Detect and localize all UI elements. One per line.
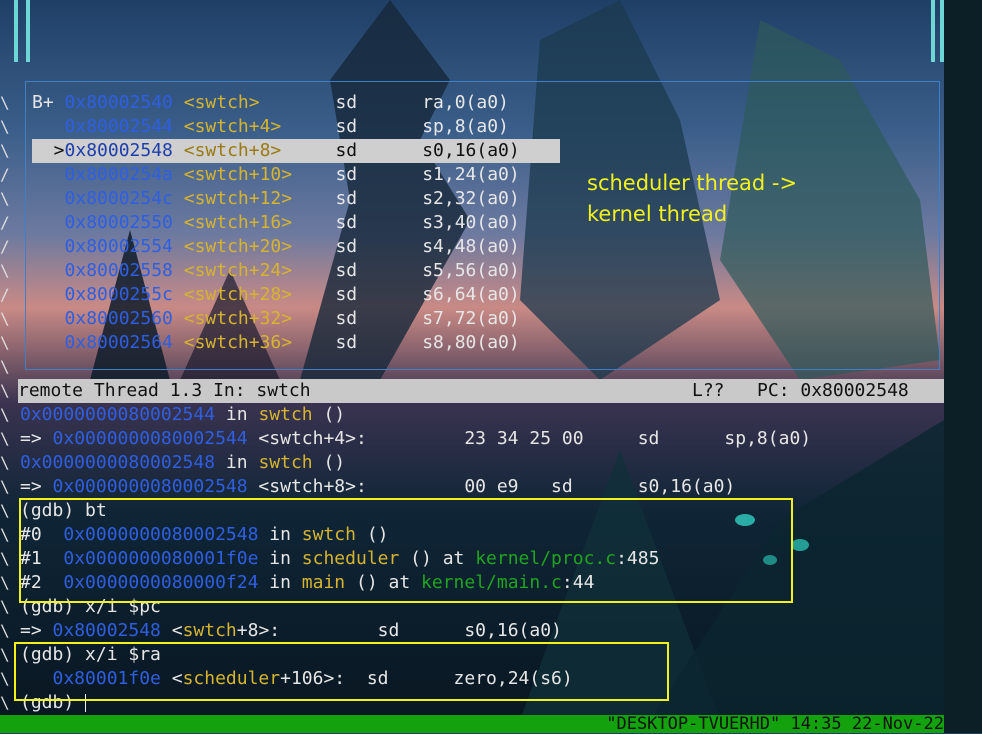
tui-status-line: remote Thread 1.3 In: swtch L?? PC: 0x800… [18,379,944,403]
disasm-line: 0x80002550 <swtch+16> sd s3,40(a0) [64,212,520,233]
disasm-line: 0x8000254c <swtch+12> sd s2,32(a0) [64,188,520,209]
disasm-line-current: >0x80002548 <swtch+8> sd s0,16(a0) [32,139,560,163]
backtrace-highlight-box [19,498,793,603]
gutter-glyph: \ [0,549,10,568]
gutter-glyph: \ [0,573,10,592]
gutter-glyph: \ [0,477,10,496]
gutter-glyph: \ [0,621,10,640]
disasm-line: 0x80002564 <swtch+36> sd s8,80(a0) [64,332,520,353]
xi-pc-output: => 0x80002548 <swtch+8>: sd s0,16(a0) [20,620,562,641]
gutter-glyph: \ [0,141,10,160]
annotation-line-2: kernel thread [587,202,728,226]
gutter-glyph: \ [0,501,10,520]
gutter-glyph: / [0,237,10,256]
gutter-glyph: \ [0,645,10,664]
disasm-line: 0x8000255c <swtch+28> sd s6,64(a0) [64,284,520,305]
pane-divider-right-2 [940,0,944,62]
gutter-glyph: \ [0,117,10,136]
gutter-glyph: \ [0,93,10,112]
gutter-glyph: / [0,285,10,304]
gutter-glyph: \ [0,333,10,352]
gutter-glyph: \ [0,597,10,616]
cmd-line: 0x0000000080002548 in swtch () [20,452,346,473]
disasm-line: 0x80002558 <swtch+24> sd s5,56(a0) [64,260,520,281]
host-time-date: "DESKTOP-TVUERHD" 14:35 22-Nov-22 [606,714,944,734]
gutter-glyph: \ [0,693,10,712]
cmd-line: 0x0000000080002544 in swtch () [20,404,346,425]
gutter-glyph: \ [0,453,10,472]
annotation-note: scheduler thread -> kernel thread [587,168,797,230]
annotation-line-1: scheduler thread -> [587,171,798,195]
status-thread: remote Thread 1.3 In: swtch [18,380,311,401]
disasm-line: B+ 0x80002540 <swtch> sd ra,0(a0) [32,92,509,113]
status-pc: L?? PC: 0x80002548 [692,380,909,401]
gutter-glyph: / [0,213,10,232]
pane-divider-left [14,0,18,62]
pane-divider-left-2 [26,0,30,62]
disasm-line: 0x80002560 <swtch+32> sd s7,72(a0) [64,308,520,329]
tmux-status-bar: "DESKTOP-TVUERHD" 14:35 22-Nov-22 [0,715,944,733]
gutter-glyph: \ [0,669,10,688]
disasm-line: 0x80002544 <swtch+4> sd sp,8(a0) [64,116,509,137]
gutter-glyph: \ [0,309,10,328]
gutter-glyph: \ [0,189,10,208]
gutter-glyph: \ [0,525,10,544]
gutter-glyph: \ [0,381,10,400]
gutter-glyph: / [0,165,10,184]
gutter-glyph: \ [0,429,10,448]
gutter-glyph: \ [0,261,10,280]
gutter-glyph: \ [0,405,10,424]
left-gutter: \ \ \ / \ / / \ / \ \ \ \ \ \ \ \ \ \ \ \ \ \ \ \ \ [0,0,14,715]
cmd-line: => 0x0000000080002544 <swtch+4>: 23 34 2… [20,428,812,449]
disasm-line: 0x8000254a <swtch+10> sd s1,24(a0) [64,164,520,185]
disasm-line: 0x80002554 <swtch+20> sd s4,48(a0) [64,236,520,257]
xi-ra-highlight-box [14,642,669,701]
gutter-glyph: \ [0,357,10,376]
cmd-line: => 0x0000000080002548 <swtch+8>: 00 e9 s… [20,476,736,497]
pane-divider-right [931,0,935,62]
